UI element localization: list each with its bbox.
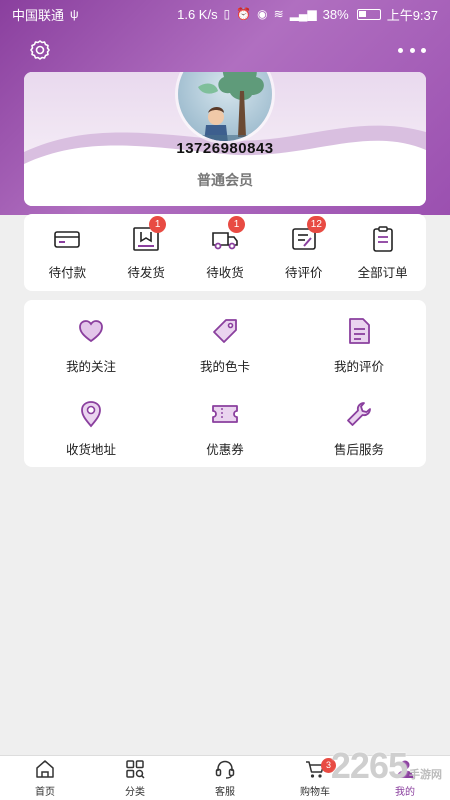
order-label: 待收货 [206, 266, 244, 280]
settings-gear-icon[interactable] [28, 38, 52, 62]
battery-percent: 38% [322, 6, 349, 22]
watermark-site: 手游网 [409, 769, 442, 781]
order-pending-review[interactable]: 12 待评价 [266, 216, 342, 288]
watermark: 2265 手游网 [331, 745, 442, 787]
wifi-icon: ≋ [273, 7, 284, 21]
order-pending-payment[interactable]: 待付款 [29, 218, 105, 288]
category-icon [124, 758, 146, 780]
clipboard-icon [368, 224, 398, 254]
location-icon [76, 399, 106, 429]
order-pending-shipment[interactable]: 1 待发货 [108, 216, 184, 288]
service-address[interactable]: 收货地址 [24, 383, 158, 463]
top-actions [0, 36, 450, 62]
status-bar: 中国联通 ψ 1.6 K/s ▯ ⏰ ◉ ≋ ▂▄▆ 38% 上午9:37 [0, 0, 450, 28]
network-speed: 1.6 K/s [177, 6, 218, 22]
order-pending-receipt[interactable]: 1 待收货 [187, 216, 263, 288]
order-label: 待评价 [285, 266, 323, 280]
service-after-sales[interactable]: 售后服务 [292, 383, 426, 463]
badge: 12 [306, 216, 326, 233]
usb-icon: ψ [70, 7, 79, 21]
service-color-cards[interactable]: 我的色卡 [158, 300, 292, 380]
alarm-icon: ⏰ [236, 7, 252, 21]
signal-icon: ▂▄▆ [289, 7, 317, 21]
service-favorites[interactable]: 我的关注 [24, 300, 158, 380]
battery-icon [356, 8, 381, 20]
badge: 1 [227, 216, 245, 233]
coupon-icon [210, 399, 240, 429]
tab-label: 购物车 [300, 787, 330, 798]
review-icon: 12 [289, 216, 326, 254]
service-label: 收货地址 [65, 443, 116, 457]
more-options-icon[interactable] [398, 38, 426, 62]
service-coupons[interactable]: 优惠券 [158, 383, 292, 463]
vibrate-icon: ▯ [223, 7, 231, 21]
carrier-text: 中国联通 [12, 7, 65, 23]
home-icon [34, 758, 56, 780]
document-icon [344, 316, 374, 346]
wrench-icon [344, 399, 374, 429]
clock: 上午9:37 [386, 7, 438, 23]
services-card: 我的关注 我的色卡 我的评价 收货地址 优惠券 售后服务 [24, 300, 426, 467]
headset-icon [214, 758, 236, 780]
service-label: 售后服务 [333, 443, 384, 457]
order-label: 全部订单 [357, 266, 408, 280]
service-label: 我的评价 [333, 360, 384, 374]
tab-label: 客服 [215, 787, 235, 798]
membership-level: 普通会员 [197, 172, 253, 188]
tab-label: 分类 [125, 787, 145, 798]
wallet-icon [52, 224, 82, 254]
tab-category[interactable]: 分类 [90, 756, 180, 800]
service-my-reviews[interactable]: 我的评价 [292, 300, 426, 380]
order-label: 待发货 [127, 266, 165, 280]
eye-icon: ◉ [257, 7, 268, 21]
watermark-number: 2265 [330, 745, 408, 786]
service-label: 我的色卡 [199, 360, 250, 374]
service-label: 优惠券 [206, 443, 244, 457]
user-phone-number: 13726980843 [176, 140, 274, 157]
tag-icon [210, 316, 240, 346]
order-all[interactable]: 全部订单 [345, 218, 421, 288]
order-label: 待付款 [48, 266, 87, 280]
profile-card: 13726980843 普通会员 [24, 72, 426, 206]
tab-customer-service[interactable]: 客服 [180, 756, 270, 800]
tab-home[interactable]: 首页 [0, 756, 90, 800]
tab-label: 首页 [35, 787, 55, 798]
truck-icon: 1 [210, 216, 245, 254]
heart-icon [76, 316, 106, 346]
badge: 1 [149, 216, 167, 233]
package-icon: 1 [131, 216, 167, 254]
order-status-card: 待付款 1 待发货 1 待收货 12 待评价 全部订单 [24, 214, 426, 291]
service-label: 我的关注 [65, 360, 116, 374]
